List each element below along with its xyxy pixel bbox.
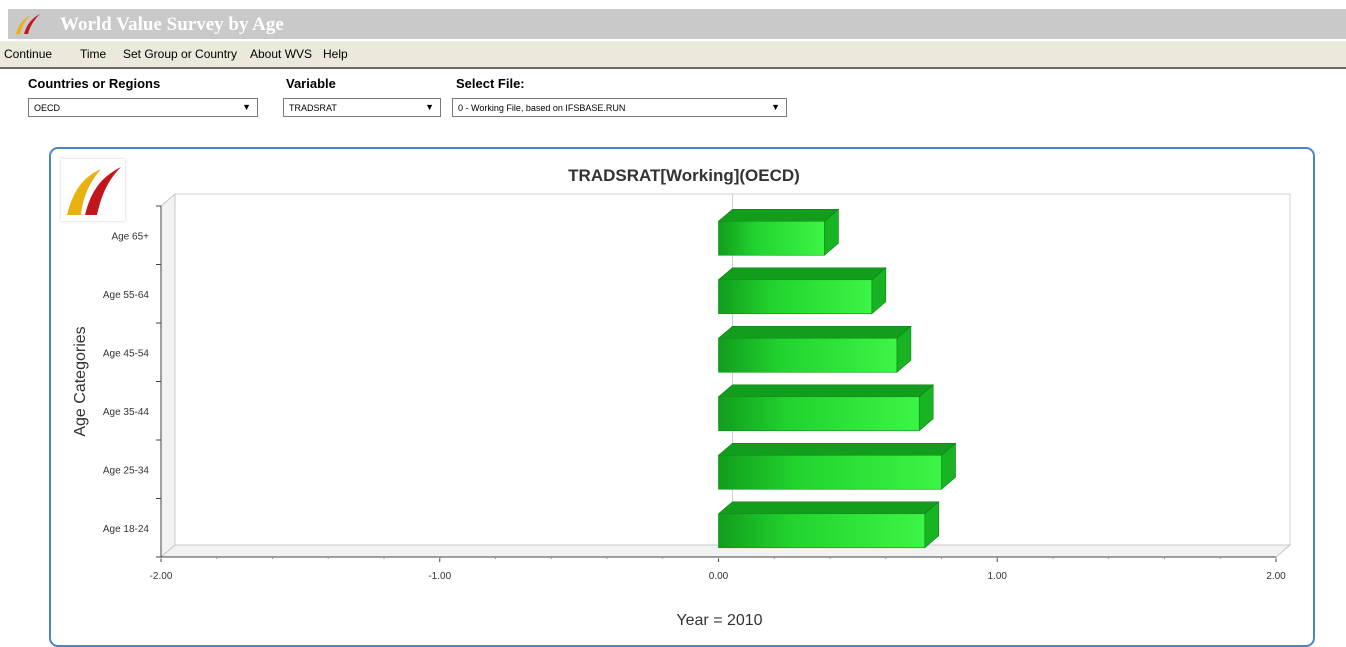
dropdown-arrow-icon: ▼ — [771, 102, 780, 112]
bar — [718, 396, 920, 432]
variable-select[interactable]: TRADSRAT ▼ — [283, 98, 441, 117]
countries-label: Countries or Regions — [28, 76, 161, 91]
menu-bar: Continue Time Set Group or Country About… — [0, 41, 1346, 69]
bar-top — [717, 442, 957, 456]
menu-help[interactable]: Help — [323, 47, 348, 61]
dropdown-arrow-icon: ▼ — [242, 102, 251, 112]
bar — [718, 337, 898, 373]
x-axis-title: Year = 2010 — [676, 612, 762, 629]
x-tick-label: -2.00 — [150, 571, 173, 582]
bar-top — [717, 501, 940, 515]
chart-panel: TRADSRAT[Working](OECD) Age 65+ Age 55-64… — [49, 147, 1315, 647]
file-select[interactable]: 0 - Working File, based on IFSBASE.RUN ▼ — [452, 98, 787, 117]
countries-select-value: OECD — [34, 103, 61, 113]
bar-top — [717, 325, 912, 339]
bar — [718, 513, 926, 549]
variable-label: Variable — [286, 76, 336, 91]
bar-top — [717, 384, 935, 398]
file-select-value: 0 - Working File, based on IFSBASE.RUN — [458, 103, 626, 113]
wvs-logo-icon — [16, 14, 40, 34]
y-tick-label: Age 45-54 — [103, 348, 150, 359]
dropdown-arrow-icon: ▼ — [425, 102, 434, 112]
menu-continue[interactable]: Continue — [4, 47, 52, 61]
y-tick-label: Age 65+ — [111, 231, 149, 242]
select-file-label: Select File: — [456, 76, 525, 91]
y-tick-label: Age 55-64 — [103, 290, 150, 301]
bar — [718, 279, 873, 315]
bar-chart: Age 65+ Age 55-64 Age 45-54 Age 35-44 Age 25… — [72, 192, 1292, 629]
app-title: World Value Survey by Age — [60, 14, 284, 35]
y-axis-title: Age Categories — [72, 326, 89, 436]
bar-top — [717, 208, 840, 222]
y-tick-label: Age 35-44 — [103, 407, 150, 418]
y-tick-label: Age 18-24 — [103, 524, 150, 535]
y-tick-label: Age 25-34 — [103, 465, 150, 476]
x-tick-label: 1.00 — [988, 571, 1008, 582]
bar-top — [717, 267, 887, 281]
menu-about-wvs[interactable]: About WVS — [250, 47, 312, 61]
chart-left-wall — [160, 192, 176, 559]
variable-select-value: TRADSRAT — [289, 103, 337, 113]
bar — [718, 454, 942, 490]
x-tick-label: 0.00 — [709, 571, 729, 582]
countries-select[interactable]: OECD ▼ — [28, 98, 258, 117]
title-bar: World Value Survey by Age — [8, 9, 1346, 39]
menu-set-group-or-country[interactable]: Set Group or Country — [123, 47, 237, 61]
bar — [718, 220, 825, 256]
x-tick-label: 2.00 — [1266, 571, 1286, 582]
x-tick-label: -1.00 — [428, 571, 451, 582]
menu-time[interactable]: Time — [80, 47, 106, 61]
